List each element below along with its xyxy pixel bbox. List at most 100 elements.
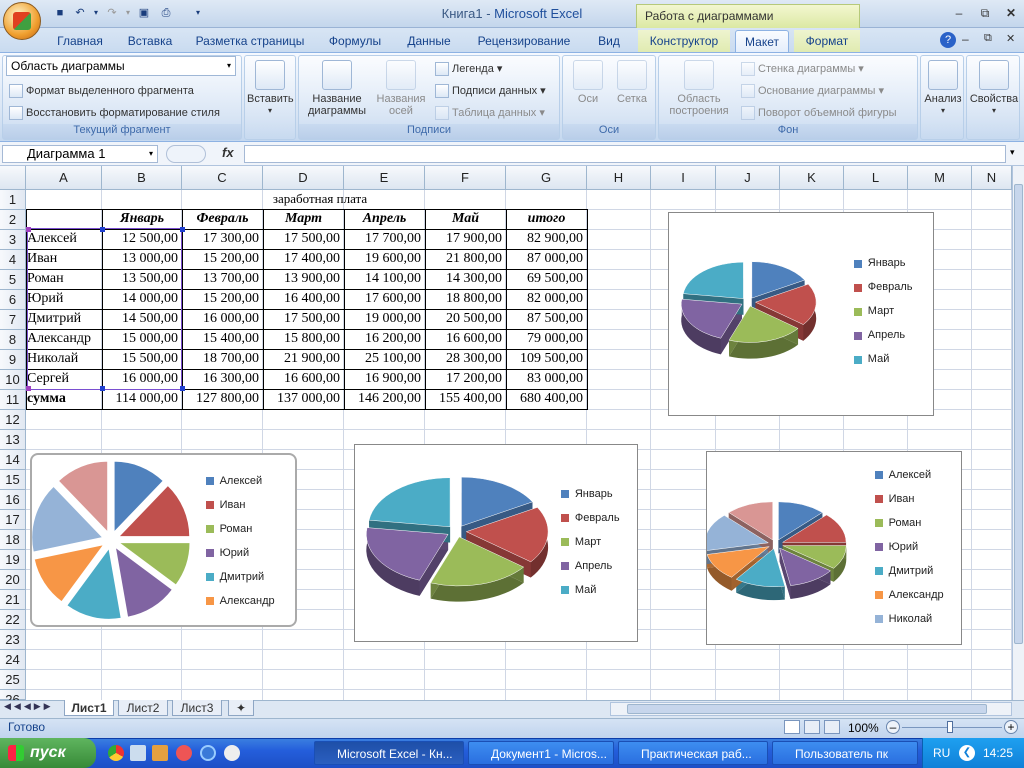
help-icon[interactable]: ? [940,32,956,48]
analysis-button[interactable]: Анализ ▾ [923,60,963,117]
restore-button[interactable]: ⧉ [972,4,998,22]
table-cell[interactable]: Иван [27,249,101,269]
table-cell[interactable]: 13 700,00 [183,269,262,289]
table-cell[interactable]: 16 400,00 [264,289,343,309]
chart-months-top-right[interactable]: Январь Февраль Март Апрель Май [668,212,934,416]
tab-insert[interactable]: Вставка [120,30,180,52]
sheet-tab-3[interactable]: Лист3 [172,700,222,716]
row-header-10[interactable]: 10 [0,370,26,390]
column-header-I[interactable]: I [651,166,716,190]
table-cell[interactable]: 16 900,00 [345,369,424,389]
horizontal-scroll-thumb[interactable] [627,704,987,714]
sheet-title[interactable]: заработная плата [230,189,410,209]
media-quick-icon[interactable] [224,745,240,761]
taskbar-word-doc1[interactable]: Документ1 - Micros... [468,741,614,765]
column-header-A[interactable]: A [26,166,102,190]
tab-view[interactable]: Вид [590,30,628,52]
ribbon-close-icon[interactable]: ✕ [1006,32,1015,45]
row-header-13[interactable]: 13 [0,430,26,450]
row-header-25[interactable]: 25 [0,670,26,690]
gridlines-button[interactable]: Сетка [611,60,653,105]
minimize-button[interactable]: – [946,4,972,22]
format-selection-button[interactable]: Формат выделенного фрагмента [9,82,194,100]
language-indicator[interactable]: RU [933,738,950,768]
table-cell[interactable]: Роман [27,269,101,289]
table-cell[interactable]: 79 000,00 [507,329,586,349]
table-cell[interactable]: 13 900,00 [264,269,343,289]
row-header-26[interactable]: 26 [0,690,26,707]
table-cell[interactable]: 69 500,00 [507,269,586,289]
table-cell[interactable]: Алексей [27,229,101,249]
office-button[interactable] [3,2,41,40]
row-header-19[interactable]: 19 [0,550,26,570]
table-cell[interactable]: Дмитрий [27,309,101,329]
select-all-corner[interactable] [0,166,26,190]
legend-button[interactable]: Легенда ▾ [435,60,502,78]
table-cell[interactable]: 15 500,00 [103,349,181,369]
table-cell[interactable]: 16 600,00 [426,329,505,349]
column-header-L[interactable]: L [844,166,908,190]
chart-wall-button[interactable]: Стенка диаграммы ▾ [741,60,864,78]
row-header-3[interactable]: 3 [0,230,26,250]
range-handle[interactable] [180,386,185,391]
properties-button[interactable]: Свойства ▾ [969,60,1019,117]
sum-cell[interactable]: 127 800,00 [183,389,262,409]
range-handle[interactable] [100,386,105,391]
row-header-1[interactable]: 1 [0,190,26,210]
column-header-E[interactable]: E [344,166,425,190]
table-cell[interactable]: 17 900,00 [426,229,505,249]
tab-layout[interactable]: Макет [735,30,789,52]
row-header-18[interactable]: 18 [0,530,26,550]
table-cell[interactable]: 15 000,00 [103,329,181,349]
horizontal-scrollbar[interactable] [610,702,1012,716]
table-header-cell[interactable]: Март [264,209,343,229]
expand-formula-icon[interactable]: ▾ [1010,147,1015,158]
table-cell[interactable]: 83 000,00 [507,369,586,389]
column-header-B[interactable]: B [102,166,182,190]
table-cell[interactable]: 20 500,00 [426,309,505,329]
column-header-D[interactable]: D [263,166,344,190]
row-header-20[interactable]: 20 [0,570,26,590]
column-header-H[interactable]: H [587,166,651,190]
row-header-9[interactable]: 9 [0,350,26,370]
chrome-icon[interactable] [108,745,124,761]
chart-months-bottom-center[interactable]: Январь Февраль Март Апрель Май [354,444,638,642]
ribbon-minimize-icon[interactable]: – [962,32,969,46]
table-cell[interactable]: 17 300,00 [183,229,262,249]
table-cell[interactable]: 13 500,00 [103,269,181,289]
table-header-cell[interactable]: Январь [103,209,181,229]
axis-titles-button[interactable]: Названия осей [371,60,431,117]
table-header-cell[interactable]: Февраль [183,209,262,229]
tab-page-layout[interactable]: Разметка страницы [188,30,312,52]
zoom-level[interactable]: 100% [848,721,879,735]
table-cell[interactable]: 17 700,00 [345,229,424,249]
table-cell[interactable]: 15 200,00 [183,289,262,309]
table-cell[interactable]: 87 500,00 [507,309,586,329]
table-cell[interactable]: 15 400,00 [183,329,262,349]
taskbar-excel[interactable]: Microsoft Excel - Кн... [314,741,464,765]
zoom-in-icon[interactable]: + [1004,720,1018,734]
chart-employees-selected[interactable]: Алексей Иван Роман Юрий Дмитрий Александр [30,453,297,627]
row-header-12[interactable]: 12 [0,410,26,430]
table-cell[interactable]: 17 500,00 [264,309,343,329]
close-button[interactable]: ✕ [998,4,1024,22]
3d-rotation-button[interactable]: Поворот объемной фигуры [741,104,897,122]
app-quick-icon[interactable] [176,745,192,761]
table-cell[interactable]: 16 600,00 [264,369,343,389]
insert-function-icon[interactable]: fx [222,145,234,160]
table-cell[interactable]: 14 000,00 [103,289,181,309]
data-table-button[interactable]: Таблица данных ▾ [435,104,545,122]
vertical-scrollbar[interactable] [1012,166,1024,700]
table-header-cell[interactable]: итого [507,209,586,229]
row-header-15[interactable]: 15 [0,470,26,490]
taskbar-user-folder[interactable]: Пользователь пк [772,741,918,765]
table-cell[interactable]: 18 800,00 [426,289,505,309]
vertical-scroll-thumb[interactable] [1014,184,1023,644]
table-cell[interactable]: 16 000,00 [103,369,181,389]
table-cell[interactable]: 109 500,00 [507,349,586,369]
page-layout-view-icon[interactable] [804,720,820,734]
table-cell[interactable]: 87 000,00 [507,249,586,269]
name-box[interactable]: Диаграмма 1 ▾ [2,145,158,163]
table-cell[interactable]: 16 300,00 [183,369,262,389]
column-header-N[interactable]: N [972,166,1012,190]
